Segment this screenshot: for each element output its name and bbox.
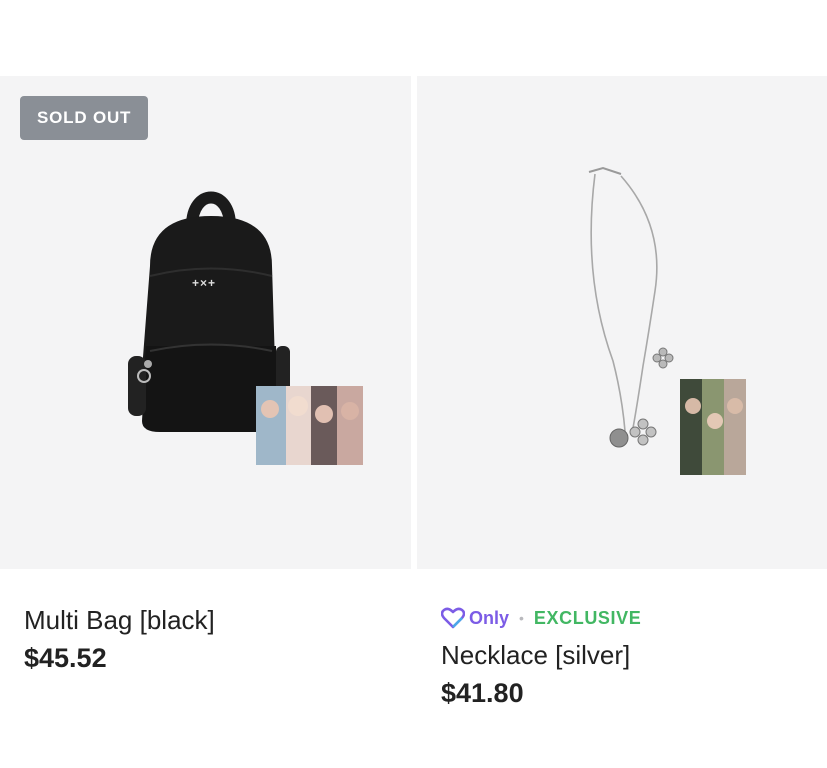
product-name[interactable]: Multi Bag [black] (24, 604, 215, 636)
heart-logo-icon (441, 607, 465, 629)
product-tags: Only • EXCLUSIVE (441, 604, 641, 632)
product-image-necklace[interactable] (417, 76, 827, 569)
product-card-necklace[interactable]: Only • EXCLUSIVE Necklace [silver] $41.8… (417, 76, 827, 708)
product-name[interactable]: Necklace [silver] (441, 639, 641, 671)
product-image-multi-bag[interactable]: SOLD OUT +×+ (0, 76, 411, 569)
backpack-image (128, 191, 363, 465)
tag-separator: • (519, 610, 524, 626)
exclusive-label: EXCLUSIVE (533, 607, 642, 628)
bag-logo: +×+ (192, 276, 217, 290)
product-price: $41.80 (441, 678, 524, 708)
only-brand-label: Only (469, 607, 510, 628)
sold-out-badge: SOLD OUT (20, 96, 149, 140)
product-price: $45.52 (24, 643, 107, 673)
product-card-multi-bag[interactable]: SOLD OUT +×+ Multi Bag [black] $45.52 (0, 76, 411, 673)
necklace-image (588, 166, 746, 475)
